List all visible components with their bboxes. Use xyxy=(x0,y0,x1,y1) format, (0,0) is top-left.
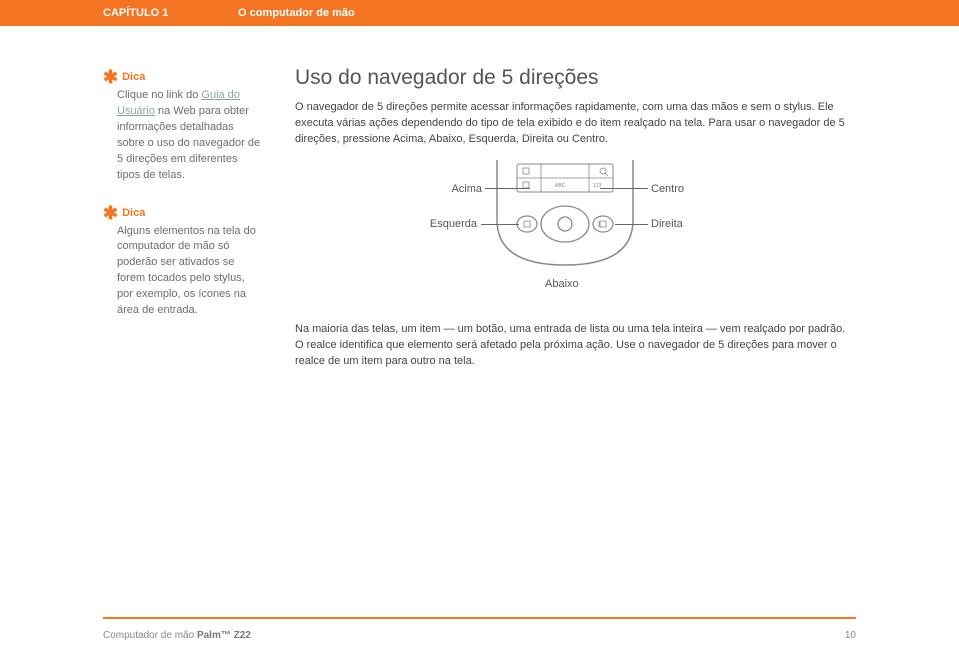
footer-product-pre: Computador de mão xyxy=(103,630,197,641)
label-centro: Centro xyxy=(651,183,684,195)
tip-label: Dica xyxy=(122,206,145,222)
leader-line xyxy=(615,224,648,225)
tip-body: Alguns elementos na tela do computador d… xyxy=(103,224,263,320)
page-number: 10 xyxy=(845,630,856,641)
footer: Computador de mão Palm™ Z22 10 xyxy=(103,630,856,641)
header-strip: CAPÍTULO 1 O computador de mão xyxy=(103,0,856,26)
label-acima: Acima xyxy=(432,183,482,195)
chapter-topic: O computador de mão xyxy=(238,7,355,19)
chapter-label: CAPÍTULO 1 xyxy=(103,7,238,19)
svg-text:ABC: ABC xyxy=(555,183,566,189)
label-esquerda: Esquerda xyxy=(417,218,477,230)
handheld-device-illustration: ABC 123 xyxy=(495,160,635,270)
tip-head: ✱ Dica xyxy=(103,70,263,86)
closing-paragraph: Na maioria das telas, um item — um botão… xyxy=(295,322,850,370)
intro-paragraph: O navegador de 5 direções permite acessa… xyxy=(295,100,850,148)
tip-head: ✱ Dica xyxy=(103,206,263,222)
footer-product: Computador de mão Palm™ Z22 xyxy=(103,630,251,641)
page: CAPÍTULO 1 O computador de mão ✱ Dica Cl… xyxy=(0,0,959,659)
label-abaixo: Abaixo xyxy=(545,278,579,290)
tip-2: ✱ Dica Alguns elementos na tela do compu… xyxy=(103,206,263,320)
tip-1: ✱ Dica Clique no link do Guia do Usuário… xyxy=(103,70,263,184)
navigator-diagram: ABC 123 Acima Centro Esquerda Dire xyxy=(295,158,850,308)
sidebar: ✱ Dica Clique no link do Guia do Usuário… xyxy=(103,70,263,341)
footer-product-name: Palm™ Z22 xyxy=(197,630,251,641)
leader-line xyxy=(485,188,530,189)
main-content: Uso do navegador de 5 direções O navegad… xyxy=(295,66,850,380)
page-title: Uso do navegador de 5 direções xyxy=(295,66,850,90)
leader-line xyxy=(481,224,519,225)
asterisk-icon: ✱ xyxy=(103,206,118,220)
tip-body: Clique no link do Guia do Usuário na Web… xyxy=(103,88,263,184)
asterisk-icon: ✱ xyxy=(103,70,118,84)
leader-line xyxy=(600,188,648,189)
tip-label: Dica xyxy=(122,70,145,86)
tip-text-pre: Clique no link do xyxy=(117,89,201,101)
label-direita: Direita xyxy=(651,218,683,230)
footer-rule xyxy=(103,617,856,619)
